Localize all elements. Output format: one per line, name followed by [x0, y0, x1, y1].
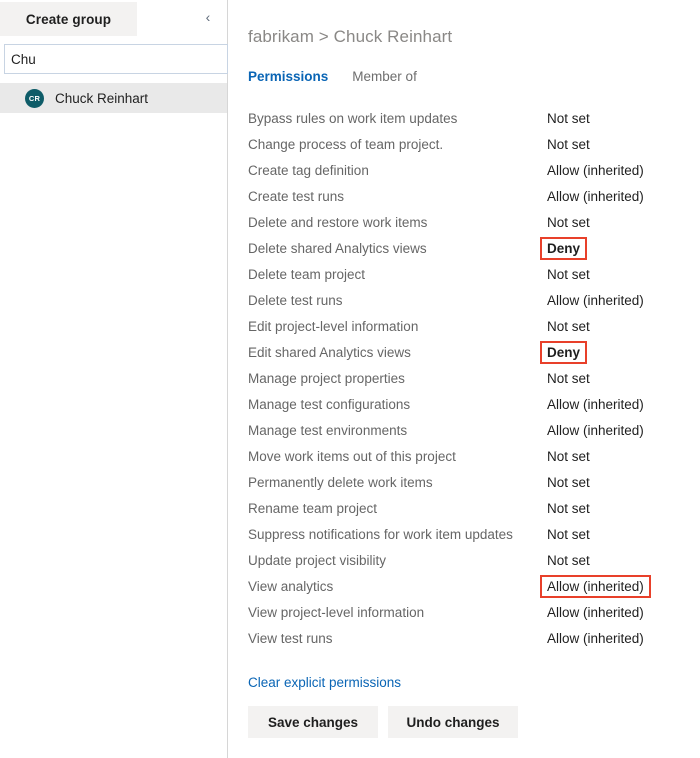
- permission-name: Bypass rules on work item updates: [248, 110, 458, 126]
- permission-value[interactable]: Allow (inherited): [540, 159, 651, 182]
- permission-value[interactable]: Allow (inherited): [540, 627, 651, 650]
- table-row[interactable]: Create tag definition Allow (inherited): [248, 157, 688, 183]
- permission-name: Rename team project: [248, 500, 378, 516]
- table-row[interactable]: Edit project-level information Not set: [248, 313, 688, 339]
- table-row[interactable]: Move work items out of this project Not s…: [248, 443, 688, 469]
- table-row[interactable]: Manage test configurations Allow (inherit…: [248, 391, 688, 417]
- permission-value[interactable]: Allow (inherited): [540, 393, 651, 416]
- save-changes-button[interactable]: Save changes: [248, 706, 378, 738]
- permissions-page: Create group ‹ CR Chuck Reinhart fabrika…: [0, 0, 700, 758]
- permission-name: Suppress notifications for work item upd…: [248, 526, 513, 542]
- tab-bar: Permissions Member of: [248, 69, 700, 86]
- identity-picker-sidebar: Create group ‹ CR Chuck Reinhart: [0, 0, 228, 758]
- permission-name: View analytics: [248, 578, 334, 594]
- permission-name: Edit project-level information: [248, 318, 419, 334]
- permission-value[interactable]: Not set: [540, 367, 597, 390]
- permission-value[interactable]: Not set: [540, 549, 597, 572]
- permission-value[interactable]: Not set: [540, 263, 597, 286]
- search-results-list: CR Chuck Reinhart: [0, 83, 227, 113]
- permission-name: Delete shared Analytics views: [248, 240, 427, 256]
- permissions-table: Bypass rules on work item updates Not set…: [248, 105, 688, 651]
- permission-value[interactable]: Not set: [540, 133, 597, 156]
- permission-value[interactable]: Not set: [540, 445, 597, 468]
- permission-name: View test runs: [248, 630, 333, 646]
- tab-member-of[interactable]: Member of: [352, 69, 417, 86]
- clear-explicit-permissions-link[interactable]: Clear explicit permissions: [248, 675, 401, 690]
- table-row[interactable]: View test runs Allow (inherited): [248, 625, 688, 651]
- permission-value[interactable]: Allow (inherited): [540, 601, 651, 624]
- table-row[interactable]: Permanently delete work items Not set: [248, 469, 688, 495]
- permission-value[interactable]: Not set: [540, 315, 597, 338]
- table-row[interactable]: Delete team project Not set: [248, 261, 688, 287]
- table-row[interactable]: Edit shared Analytics views Deny: [248, 339, 688, 365]
- permission-name: Create test runs: [248, 188, 345, 204]
- permission-name: View project-level information: [248, 604, 425, 620]
- permission-name: Manage project properties: [248, 370, 405, 386]
- permission-name: Change process of team project.: [248, 136, 444, 152]
- table-row[interactable]: Manage test environments Allow (inherited…: [248, 417, 688, 443]
- permission-value-highlighted[interactable]: Deny: [540, 340, 588, 364]
- permission-value[interactable]: Not set: [540, 523, 597, 546]
- permission-value-highlighted[interactable]: Deny: [540, 236, 588, 260]
- permission-name: Permanently delete work items: [248, 474, 433, 490]
- table-row[interactable]: View analytics Allow (inherited): [248, 573, 688, 599]
- permission-name: Delete and restore work items: [248, 214, 428, 230]
- permission-value[interactable]: Not set: [540, 211, 597, 234]
- table-row[interactable]: Delete test runs Allow (inherited): [248, 287, 688, 313]
- permission-name: Manage test configurations: [248, 396, 411, 412]
- table-row[interactable]: Create test runs Allow (inherited): [248, 183, 688, 209]
- permission-value[interactable]: Not set: [540, 107, 597, 130]
- search-container: [0, 40, 228, 74]
- table-row[interactable]: Rename team project Not set: [248, 495, 688, 521]
- table-row[interactable]: View project-level information Allow (inh…: [248, 599, 688, 625]
- chevron-left-icon[interactable]: ‹: [199, 8, 217, 26]
- permission-name: Manage test environments: [248, 422, 408, 438]
- table-row[interactable]: Suppress notifications for work item upd…: [248, 521, 688, 547]
- table-row[interactable]: Delete and restore work items Not set: [248, 209, 688, 235]
- permission-name: Move work items out of this project: [248, 448, 456, 464]
- breadcrumb: fabrikam > Chuck Reinhart: [248, 27, 453, 46]
- table-row[interactable]: Bypass rules on work item updates Not set: [248, 105, 688, 131]
- main-content: fabrikam > Chuck Reinhart Permissions Me…: [228, 0, 700, 758]
- permission-name: Update project visibility: [248, 552, 387, 568]
- permission-name: Edit shared Analytics views: [248, 344, 411, 360]
- table-row[interactable]: Manage project properties Not set: [248, 365, 688, 391]
- search-input[interactable]: [4, 44, 228, 74]
- permission-value[interactable]: Not set: [540, 497, 597, 520]
- permission-value[interactable]: Allow (inherited): [540, 289, 651, 312]
- list-item[interactable]: CR Chuck Reinhart: [0, 83, 227, 113]
- permission-name: Delete test runs: [248, 292, 343, 308]
- permission-value-highlighted[interactable]: Allow (inherited): [540, 574, 651, 598]
- table-row[interactable]: Delete shared Analytics views Deny: [248, 235, 688, 261]
- table-row[interactable]: Update project visibility Not set: [248, 547, 688, 573]
- undo-changes-button[interactable]: Undo changes: [388, 706, 518, 738]
- table-row[interactable]: Change process of team project. Not set: [248, 131, 688, 157]
- list-item-label: Chuck Reinhart: [55, 90, 149, 106]
- permission-value[interactable]: Not set: [540, 471, 597, 494]
- create-group-button[interactable]: Create group: [0, 2, 137, 36]
- permission-value[interactable]: Allow (inherited): [540, 185, 651, 208]
- tab-permissions[interactable]: Permissions: [248, 69, 328, 86]
- avatar: CR: [25, 88, 44, 108]
- action-button-row: Save changes Undo changes: [248, 706, 700, 738]
- sidebar-header: Create group ‹: [0, 0, 227, 40]
- permission-name: Delete team project: [248, 266, 366, 282]
- permission-name: Create tag definition: [248, 162, 369, 178]
- permission-value[interactable]: Allow (inherited): [540, 419, 651, 442]
